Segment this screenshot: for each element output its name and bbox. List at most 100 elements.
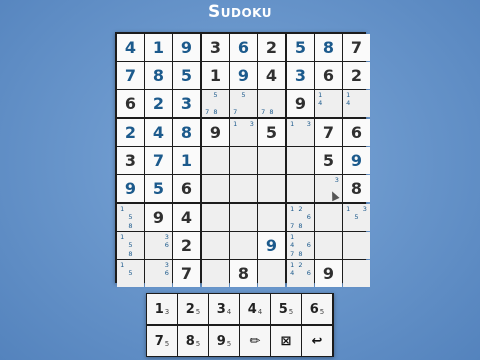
cell-r4c6[interactable]: 5 [258, 119, 285, 146]
pencil-mark: 1 [120, 261, 125, 269]
undo-key[interactable]: ↩ [302, 326, 332, 356]
cell-r7c6[interactable] [258, 204, 285, 231]
cell-r8c9[interactable] [343, 232, 370, 259]
cell-r3c1[interactable]: 6 [117, 90, 144, 117]
cell-r7c1[interactable]: 158 [117, 204, 144, 231]
cell-r1c7[interactable]: 5 [287, 34, 314, 61]
cell-r6c2[interactable]: 5 [145, 175, 172, 202]
erase-key[interactable]: ⊠ [271, 326, 301, 356]
digit-7-key[interactable]: 75 [147, 326, 177, 356]
cell-r9c3[interactable]: 7 [173, 260, 200, 287]
cell-r6c4[interactable] [202, 175, 229, 202]
cell-r7c7[interactable]: 126 78 [287, 204, 314, 231]
cell-r9c2[interactable]: 36 [145, 260, 172, 287]
cell-r8c5[interactable] [230, 232, 257, 259]
digit-8-key[interactable]: 85 [178, 326, 208, 356]
digit-4-key[interactable]: 44 [240, 294, 270, 324]
pencil-mark: 8 [128, 249, 133, 258]
cell-r3c9[interactable]: 14 [343, 90, 370, 117]
cell-r8c3[interactable]: 2 [173, 232, 200, 259]
cell-r7c5[interactable] [230, 204, 257, 231]
cell-r6c3[interactable]: 6 [173, 175, 200, 202]
cell-r3c2[interactable]: 2 [145, 90, 172, 117]
notes-mode-key[interactable]: ✏ [240, 326, 270, 356]
cell-r2c9[interactable]: 2 [343, 62, 370, 89]
cell-r1c4[interactable]: 3 [202, 34, 229, 61]
cell-r8c2[interactable]: 36 [145, 232, 172, 259]
digit-2-key[interactable]: 25 [178, 294, 208, 324]
digit-3-key[interactable]: 34 [209, 294, 239, 324]
cell-r5c4[interactable] [202, 147, 229, 174]
cell-r8c8[interactable] [315, 232, 342, 259]
cell-r5c3[interactable]: 1 [173, 147, 200, 174]
cell-r4c5[interactable]: 13 [230, 119, 257, 146]
cell-r7c4[interactable] [202, 204, 229, 231]
cell-r1c5[interactable]: 6 [230, 34, 257, 61]
cell-r9c5[interactable]: 8 [230, 260, 257, 287]
cell-r9c8[interactable]: 9 [315, 260, 342, 287]
cell-r4c3[interactable]: 8 [173, 119, 200, 146]
cell-r9c7[interactable]: 124 6 [287, 260, 314, 287]
cell-r3c8[interactable]: 14 [315, 90, 342, 117]
cell-r4c2[interactable]: 4 [145, 119, 172, 146]
cell-r5c1[interactable]: 3 [117, 147, 144, 174]
cell-r7c2[interactable]: 9 [145, 204, 172, 231]
cell-r1c1[interactable]: 4 [117, 34, 144, 61]
cell-r9c9[interactable] [343, 260, 370, 287]
cell-r4c4[interactable]: 9 [202, 119, 229, 146]
cell-r2c5[interactable]: 9 [230, 62, 257, 89]
cell-r5c6[interactable] [258, 147, 285, 174]
cell-r7c9[interactable]: 1 35 [343, 204, 370, 231]
cell-r3c5[interactable]: 57 [230, 90, 257, 117]
cell-r4c1[interactable]: 2 [117, 119, 144, 146]
cell-r6c9[interactable]: 8 [343, 175, 370, 202]
cell-digit: 5 [265, 122, 278, 142]
cell-r8c1[interactable]: 158 [117, 232, 144, 259]
cell-r6c1[interactable]: 9 [117, 175, 144, 202]
cell-r3c7[interactable]: 9 [287, 90, 314, 117]
cell-r7c8[interactable] [315, 204, 342, 231]
cell-r2c4[interactable]: 1 [202, 62, 229, 89]
cell-r1c6[interactable]: 2 [258, 34, 285, 61]
cell-r8c6[interactable]: 9 [258, 232, 285, 259]
cell-r1c9[interactable]: 7 [343, 34, 370, 61]
cell-r2c3[interactable]: 5 [173, 62, 200, 89]
cell-r1c8[interactable]: 8 [315, 34, 342, 61]
cell-r2c6[interactable]: 4 [258, 62, 285, 89]
cell-r5c9[interactable]: 9 [343, 147, 370, 174]
cell-r7c3[interactable]: 4 [173, 204, 200, 231]
pencil-mark: 5 [128, 269, 133, 278]
cell-r4c8[interactable]: 7 [315, 119, 342, 146]
cell-r1c2[interactable]: 1 [145, 34, 172, 61]
pencil-mark [135, 222, 143, 230]
cell-r3c3[interactable]: 3 [173, 90, 200, 117]
cell-r9c6[interactable] [258, 260, 285, 287]
cell-r6c7[interactable] [287, 175, 314, 202]
cell-r9c4[interactable] [202, 260, 229, 287]
cell-r9c1[interactable]: 15 [117, 260, 144, 287]
cell-r5c7[interactable] [287, 147, 314, 174]
cell-r6c5[interactable] [230, 175, 257, 202]
digit-1-key[interactable]: 13 [147, 294, 177, 324]
digit-9-key[interactable]: 95 [209, 326, 239, 356]
cell-r2c7[interactable]: 3 [287, 62, 314, 89]
cell-r2c1[interactable]: 7 [117, 62, 144, 89]
cell-r5c5[interactable] [230, 147, 257, 174]
cell-r4c9[interactable]: 6 [343, 119, 370, 146]
cell-r2c8[interactable]: 6 [315, 62, 342, 89]
pencil-mark [296, 241, 304, 249]
cell-r6c6[interactable] [258, 175, 285, 202]
cell-r5c8[interactable]: 5 [315, 147, 342, 174]
cell-digit: 7 [124, 65, 137, 85]
digit-5-key[interactable]: 55 [271, 294, 301, 324]
cell-r4c7[interactable]: 13 [287, 119, 314, 146]
cell-r3c6[interactable]: 78 [258, 90, 285, 117]
cell-r3c4[interactable]: 578 [202, 90, 229, 117]
cell-r8c4[interactable] [202, 232, 229, 259]
digit-6-key[interactable]: 65 [302, 294, 332, 324]
cell-r8c7[interactable]: 14 6 78 [287, 232, 314, 259]
cell-r1c3[interactable]: 9 [173, 34, 200, 61]
cell-r5c2[interactable]: 7 [145, 147, 172, 174]
pencil-mark [333, 99, 341, 107]
cell-r2c2[interactable]: 8 [145, 62, 172, 89]
